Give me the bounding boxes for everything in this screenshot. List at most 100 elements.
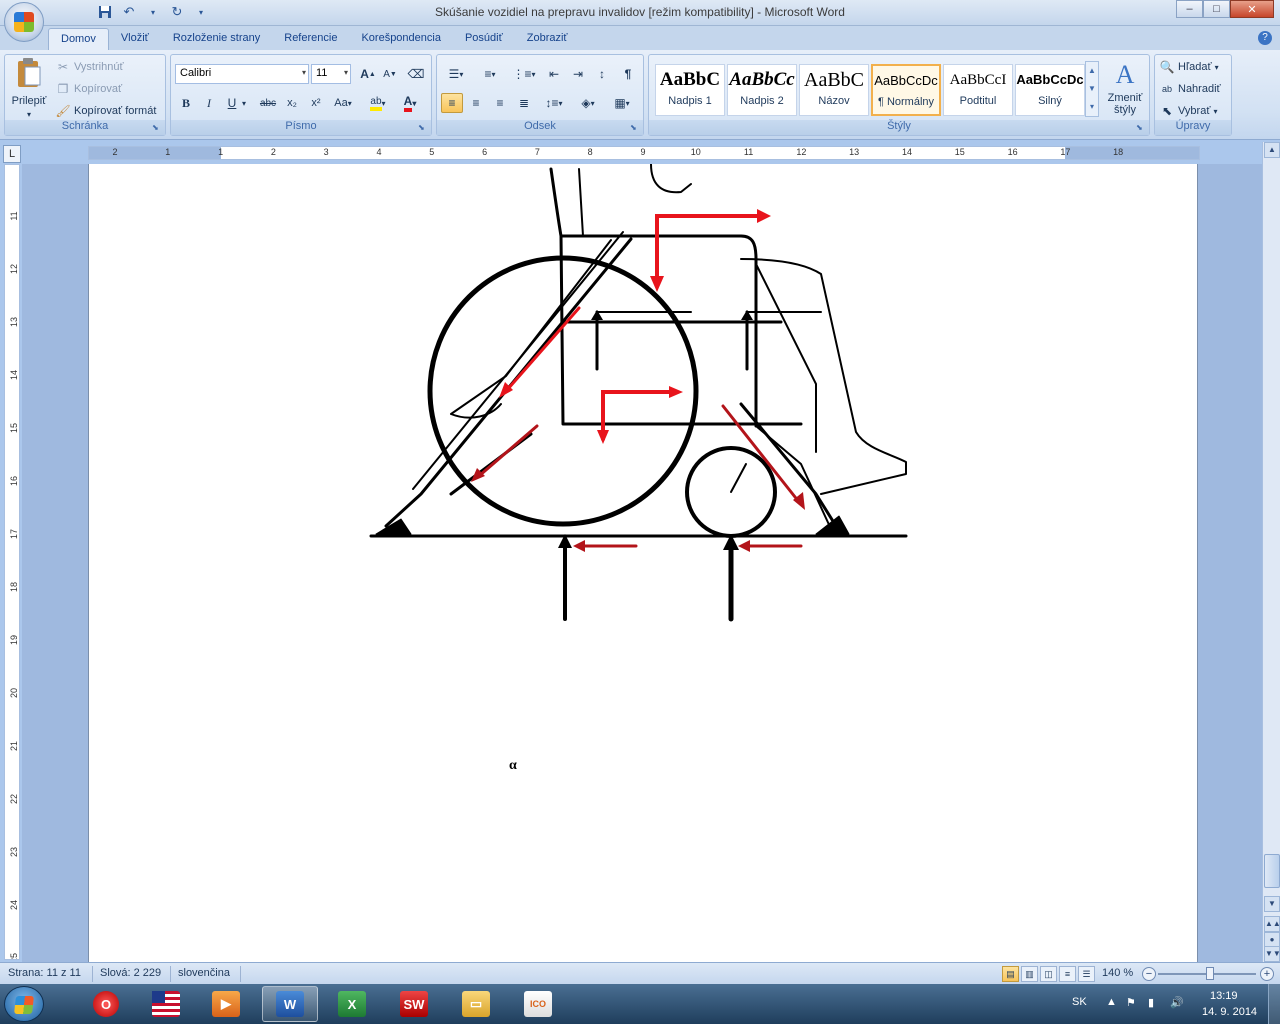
prev-page-icon[interactable]: ▲▲: [1264, 916, 1280, 932]
format-painter-button[interactable]: 🖌 Kopírovať formát: [55, 103, 156, 119]
office-button[interactable]: [4, 2, 44, 42]
taskbar: O ▶ W X SW ▭ ICO SK ▲ ⚑ ▮ 🔊 13:19 14. 9.…: [0, 984, 1280, 1024]
style-tile[interactable]: AaBbCc Nadpis 2: [727, 64, 797, 116]
shrink-font-button[interactable]: A ▼: [379, 64, 401, 84]
tab-6[interactable]: Zobraziť: [515, 28, 580, 50]
change-styles-button[interactable]: A Zmeniť štýly: [1103, 61, 1147, 117]
style-tile[interactable]: AaBbCcI Podtitul: [943, 64, 1013, 116]
horizontal-ruler[interactable]: 2 1 1 2 3 4 5 6 7 8 9 10 11 12 13 14 15 16 17 18: [88, 146, 1200, 160]
tab-5[interactable]: Posúdiť: [453, 28, 515, 50]
align-center-icon[interactable]: ≡: [465, 93, 487, 113]
justify-icon[interactable]: ≣: [513, 93, 535, 113]
taskbar-opera[interactable]: O: [78, 986, 134, 1022]
tray-expand-icon[interactable]: ▲: [1106, 996, 1117, 1008]
close-button[interactable]: ✕: [1230, 0, 1274, 18]
replace-button[interactable]: ab Nahradiť: [1159, 81, 1221, 97]
tab-4[interactable]: Korešpondencia: [349, 28, 453, 50]
dialog-launcher-icon[interactable]: ⬊: [418, 123, 428, 133]
style-tile[interactable]: AaBbC Nadpis 1: [655, 64, 725, 116]
style-tile[interactable]: AaBbCcDc ¶ Normálny: [871, 64, 941, 116]
page-count[interactable]: Strana: 11 z 11: [8, 967, 81, 979]
clock-date[interactable]: 14. 9. 2014: [1202, 1006, 1257, 1018]
taskbar-excel[interactable]: X: [324, 986, 380, 1022]
shading-icon[interactable]: ◈ ▾: [573, 93, 603, 113]
line-spacing-icon[interactable]: ↕≡ ▾: [539, 93, 569, 113]
font-size-input[interactable]: 11 ▾: [311, 64, 351, 84]
zoom-in-button[interactable]: +: [1260, 967, 1274, 981]
network-icon[interactable]: ▮: [1148, 996, 1154, 1009]
scroll-thumb[interactable]: [1264, 854, 1280, 888]
dialog-launcher-icon[interactable]: ⬊: [152, 123, 162, 133]
font-name-input[interactable]: Calibri ▾: [175, 64, 309, 84]
action-center-icon[interactable]: ⚑: [1126, 996, 1136, 1009]
grow-font-button[interactable]: A ▲: [357, 64, 379, 84]
taskbar-solidworks[interactable]: SW: [386, 986, 442, 1022]
dialog-launcher-icon[interactable]: ⬊: [630, 123, 640, 133]
superscript-button[interactable]: x²: [305, 93, 327, 113]
taskbar-word[interactable]: W: [262, 986, 318, 1022]
dialog-launcher-icon[interactable]: ⬊: [1136, 123, 1146, 133]
style-tile[interactable]: AaBbC Názov: [799, 64, 869, 116]
full-screen-reading-icon[interactable]: ▥: [1021, 966, 1038, 982]
bullets-icon[interactable]: ☰ ▾: [441, 64, 471, 84]
dropdown-icon[interactable]: ▾: [239, 93, 249, 113]
clock-time[interactable]: 13:19: [1210, 990, 1238, 1002]
sort-icon[interactable]: ↕: [591, 64, 613, 84]
word-count[interactable]: Slová: 2 229: [100, 967, 161, 979]
align-left-icon[interactable]: ≡: [441, 93, 463, 113]
font-color-button[interactable]: A ▾: [395, 93, 425, 113]
copy-button[interactable]: ❐ Kopírovať: [55, 81, 123, 97]
draft-view-icon[interactable]: ☰: [1078, 966, 1095, 982]
increase-indent-icon[interactable]: ⇥: [567, 64, 589, 84]
paste-button[interactable]: Prilepiť ▾: [9, 57, 49, 119]
tab-3[interactable]: Referencie: [272, 28, 349, 50]
vertical-ruler[interactable]: 11 12 13 14 15 16 17 18 19 20 21 22 23 24 25: [4, 164, 20, 960]
change-case-button[interactable]: Aa ▾: [329, 93, 357, 113]
zoom-out-button[interactable]: −: [1142, 967, 1156, 981]
help-icon[interactable]: ?: [1258, 31, 1272, 45]
multilevel-list-icon[interactable]: ⋮≡ ▾: [509, 64, 539, 84]
italic-button[interactable]: I: [198, 93, 220, 113]
outline-view-icon[interactable]: ≡: [1059, 966, 1076, 982]
input-language[interactable]: SK: [1072, 996, 1087, 1008]
print-layout-view-icon[interactable]: ▤: [1002, 966, 1019, 982]
maximize-button[interactable]: □: [1203, 0, 1230, 18]
numbering-icon[interactable]: ≡ ▾: [475, 64, 505, 84]
style-tile[interactable]: AaBbCcDc Silný: [1015, 64, 1085, 116]
web-layout-icon[interactable]: ◫: [1040, 966, 1057, 982]
show-desktop-button[interactable]: [1268, 984, 1280, 1024]
borders-icon[interactable]: ▦ ▾: [607, 93, 637, 113]
cut-button[interactable]: ✂ Vystrihnúť: [55, 59, 124, 75]
tab-1[interactable]: Vložiť: [109, 28, 161, 50]
align-right-icon[interactable]: ≡: [489, 93, 511, 113]
tab-0[interactable]: Domov: [48, 28, 109, 50]
zoom-level[interactable]: 140 %: [1102, 967, 1133, 979]
highlight-button[interactable]: ab ▾: [363, 93, 393, 113]
strikethrough-button[interactable]: abc: [257, 93, 279, 113]
vertical-scrollbar[interactable]: ▲ ▼ ▲▲ ● ▼▼: [1262, 142, 1280, 962]
styles-scroll[interactable]: ▲ ▼ ▾: [1085, 61, 1099, 117]
volume-icon[interactable]: 🔊: [1170, 996, 1184, 1009]
zoom-slider-thumb[interactable]: [1206, 967, 1214, 980]
tab-selector-button[interactable]: L: [3, 145, 21, 163]
scroll-up-icon[interactable]: ▲: [1264, 142, 1280, 158]
show-formatting-button[interactable]: ¶: [617, 64, 639, 84]
scroll-down-icon[interactable]: ▼: [1264, 896, 1280, 912]
taskbar-ico[interactable]: ICO: [510, 986, 566, 1022]
subscript-button[interactable]: x₂: [281, 93, 303, 113]
taskbar-explorer[interactable]: ▭: [448, 986, 504, 1022]
clear-format-icon[interactable]: ⌫: [405, 64, 427, 84]
document-page[interactable]: α: [88, 164, 1198, 962]
decrease-indent-icon[interactable]: ⇤: [543, 64, 565, 84]
find-button[interactable]: 🔍 Hľadať ▾: [1159, 59, 1219, 75]
tab-2[interactable]: Rozloženie strany: [161, 28, 272, 50]
select-button[interactable]: ⬉ Vybrať ▾: [1159, 103, 1218, 119]
bold-button[interactable]: B: [175, 93, 197, 113]
taskbar-language-flag[interactable]: [138, 986, 194, 1022]
minimize-button[interactable]: –: [1176, 0, 1203, 18]
language-indicator[interactable]: slovenčina: [178, 967, 230, 979]
backrest-frame: [549, 167, 803, 426]
taskbar-media[interactable]: ▶: [198, 986, 254, 1022]
next-page-icon[interactable]: ▼▼: [1264, 946, 1280, 962]
start-button[interactable]: [4, 986, 44, 1022]
